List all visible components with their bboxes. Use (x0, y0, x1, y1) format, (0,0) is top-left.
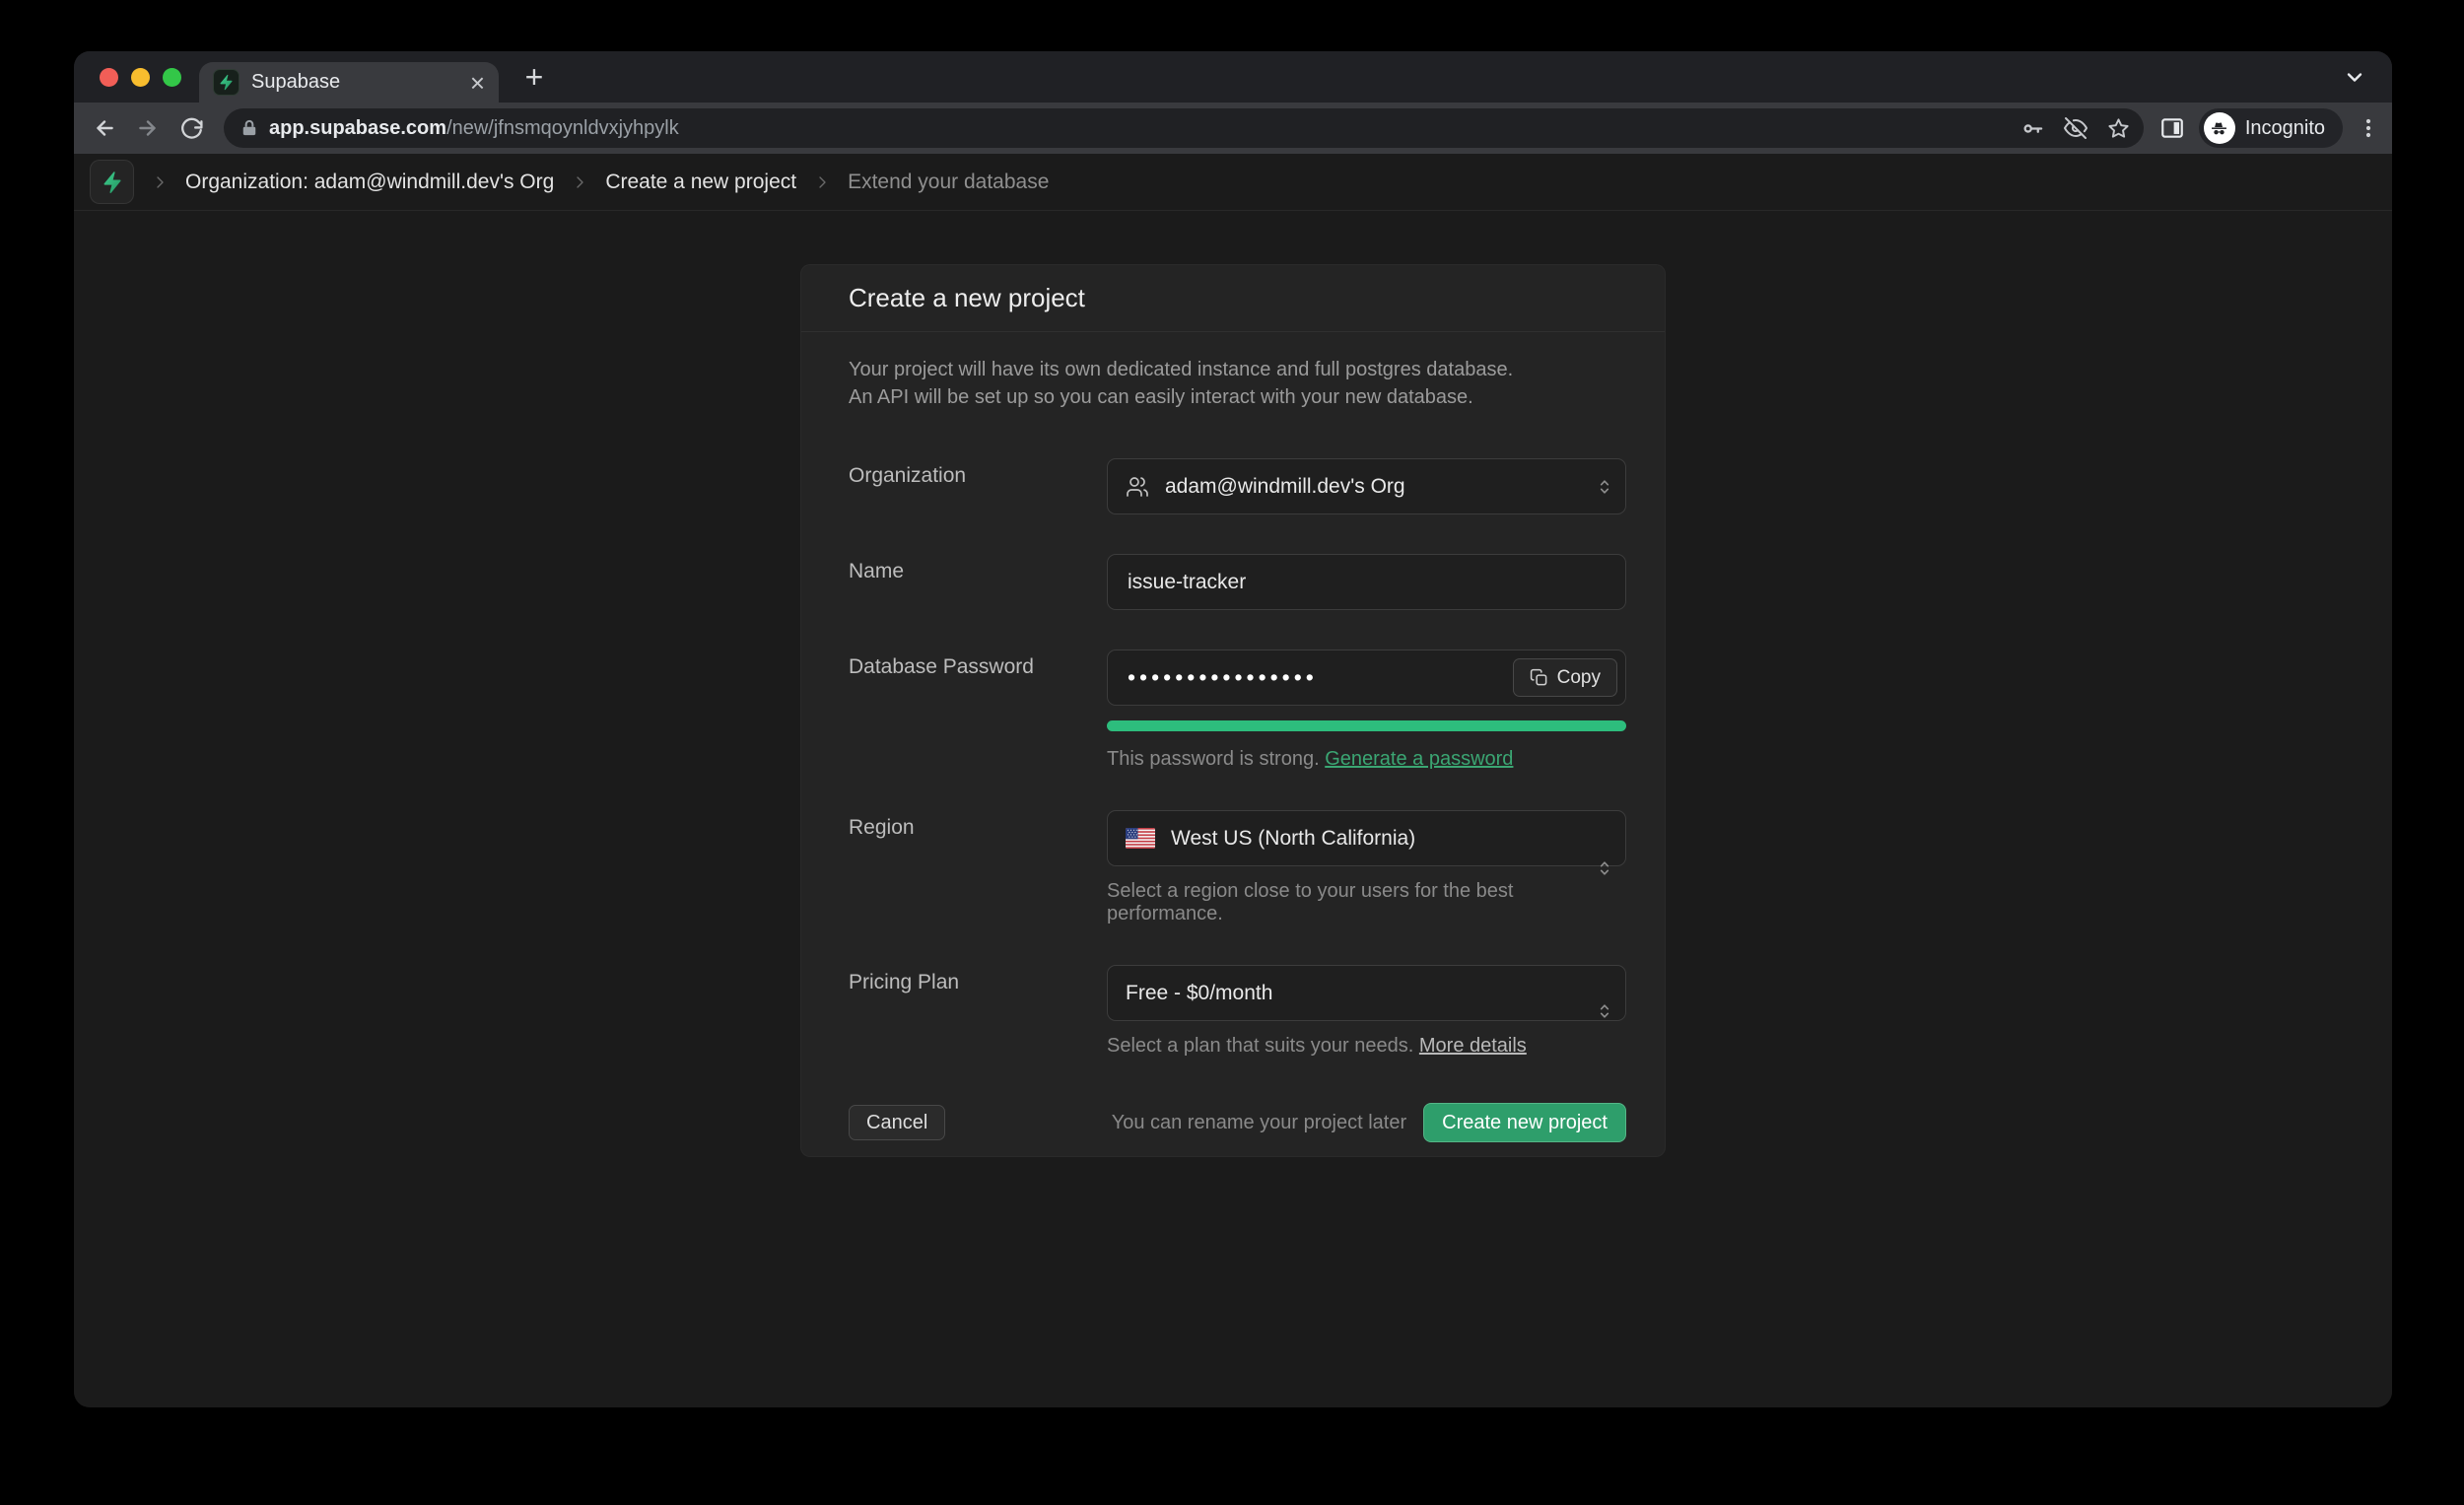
us-flag-icon (1126, 828, 1155, 849)
incognito-label: Incognito (2245, 117, 2325, 140)
password-helper: This password is strong. Generate a pass… (1107, 748, 1626, 771)
reload-icon[interactable] (171, 107, 212, 149)
zoom-window-button[interactable] (163, 68, 181, 87)
toolbar-right: Incognito (2159, 108, 2380, 148)
tab-search-chevron-icon[interactable] (2343, 65, 2366, 89)
name-input[interactable]: issue-tracker (1107, 554, 1626, 610)
chevron-up-down-icon (1595, 858, 1614, 878)
forward-icon[interactable] (127, 107, 169, 149)
copy-password-button[interactable]: Copy (1513, 658, 1617, 697)
password-strength-text: This password is strong. (1107, 748, 1320, 770)
users-icon (1126, 475, 1149, 499)
organization-row: Organization adam@windmill.dev's Org (801, 458, 1665, 514)
url-domain: app.supabase.com (269, 117, 446, 139)
browser-toolbar: app.supabase.com/new/jfnsmqoynldvxjyhpyl… (74, 103, 2392, 154)
breadcrumb-item-organization[interactable]: Organization: adam@windmill.dev's Org (185, 171, 554, 194)
traffic-lights (100, 68, 181, 87)
new-tab-button[interactable]: + (515, 58, 553, 96)
back-icon[interactable] (84, 107, 125, 149)
pricing-label: Pricing Plan (849, 965, 1107, 1058)
breadcrumb-item-extend-database: Extend your database (848, 171, 1049, 194)
cancel-button[interactable]: Cancel (849, 1105, 945, 1140)
organization-select[interactable]: adam@windmill.dev's Org (1107, 458, 1626, 514)
create-new-project-button[interactable]: Create new project (1423, 1103, 1626, 1142)
pricing-row: Pricing Plan Free - $0/month Select a pl… (801, 965, 1665, 1058)
eye-off-icon[interactable] (2064, 116, 2088, 140)
more-details-link[interactable]: More details (1419, 1035, 1527, 1057)
chevron-right-icon (572, 174, 587, 190)
chevron-up-down-icon (1595, 1001, 1614, 1021)
pricing-value: Free - $0/month (1126, 982, 1582, 1005)
url-path: /new/jfnsmqoynldvxjyhpylk (446, 117, 679, 139)
tab-title: Supabase (251, 71, 458, 94)
rename-note: You can rename your project later (1112, 1112, 1406, 1134)
organization-label: Organization (849, 458, 1107, 514)
breadcrumb-item-create-project[interactable]: Create a new project (605, 171, 796, 194)
supabase-logo-icon[interactable] (90, 160, 134, 204)
card-footer: Cancel You can rename your project later… (801, 1097, 1665, 1156)
password-key-icon[interactable] (2021, 117, 2044, 140)
description-line-2: An API will be set up so you can easily … (849, 383, 1617, 411)
tab-close-icon[interactable]: × (470, 70, 485, 96)
name-value: issue-tracker (1128, 571, 1246, 594)
page-title: Create a new project (849, 283, 1617, 313)
region-value: West US (North California) (1171, 827, 1582, 851)
breadcrumb: Organization: adam@windmill.dev's Org Cr… (74, 154, 2392, 211)
organization-value: adam@windmill.dev's Org (1165, 475, 1582, 499)
pricing-helper-text: Select a plan that suits your needs. (1107, 1035, 1413, 1057)
pricing-helper: Select a plan that suits your needs. Mor… (1107, 1035, 1626, 1058)
password-row: Database Password •••••••••••••••• Copy … (801, 650, 1665, 771)
bookmark-star-icon[interactable] (2107, 117, 2130, 140)
region-helper: Select a region close to your users for … (1107, 880, 1626, 925)
omnibox-actions (2021, 116, 2130, 140)
browser-tab[interactable]: Supabase × (199, 62, 499, 103)
close-window-button[interactable] (100, 68, 118, 87)
description-line-1: Your project will have its own dedicated… (849, 356, 1617, 383)
pricing-select[interactable]: Free - $0/month (1107, 965, 1626, 1021)
chevron-right-icon (814, 174, 830, 190)
region-select[interactable]: West US (North California) (1107, 810, 1626, 866)
kebab-menu-icon[interactable] (2357, 116, 2380, 140)
region-label: Region (849, 810, 1107, 925)
copy-icon (1530, 668, 1548, 687)
address-bar[interactable]: app.supabase.com/new/jfnsmqoynldvxjyhpyl… (224, 108, 2144, 148)
minimize-window-button[interactable] (131, 68, 150, 87)
name-row: Name issue-tracker (801, 554, 1665, 610)
lock-icon (240, 118, 259, 138)
password-strength-bar (1107, 720, 1626, 731)
incognito-icon (2204, 112, 2235, 144)
chevron-right-icon (152, 174, 168, 190)
supabase-favicon-icon (213, 69, 240, 96)
page-content: Create a new project Your project will h… (74, 211, 2392, 1406)
generate-password-link[interactable]: Generate a password (1325, 748, 1513, 770)
create-project-card: Create a new project Your project will h… (800, 264, 1666, 1157)
name-label: Name (849, 554, 1107, 610)
copy-button-label: Copy (1557, 667, 1601, 689)
region-row: Region (801, 810, 1665, 925)
url-text: app.supabase.com/new/jfnsmqoynldvxjyhpyl… (269, 117, 2012, 140)
incognito-badge[interactable]: Incognito (2199, 108, 2343, 148)
card-description: Your project will have its own dedicated… (801, 332, 1665, 411)
browser-window: Supabase × + app.supabase.com/new/jfnsmq… (74, 51, 2392, 1407)
card-header: Create a new project (801, 265, 1665, 332)
chevron-up-down-icon (1595, 477, 1614, 497)
password-label: Database Password (849, 650, 1107, 771)
tab-strip: Supabase × + (74, 51, 2392, 103)
side-panel-icon[interactable] (2159, 115, 2185, 141)
